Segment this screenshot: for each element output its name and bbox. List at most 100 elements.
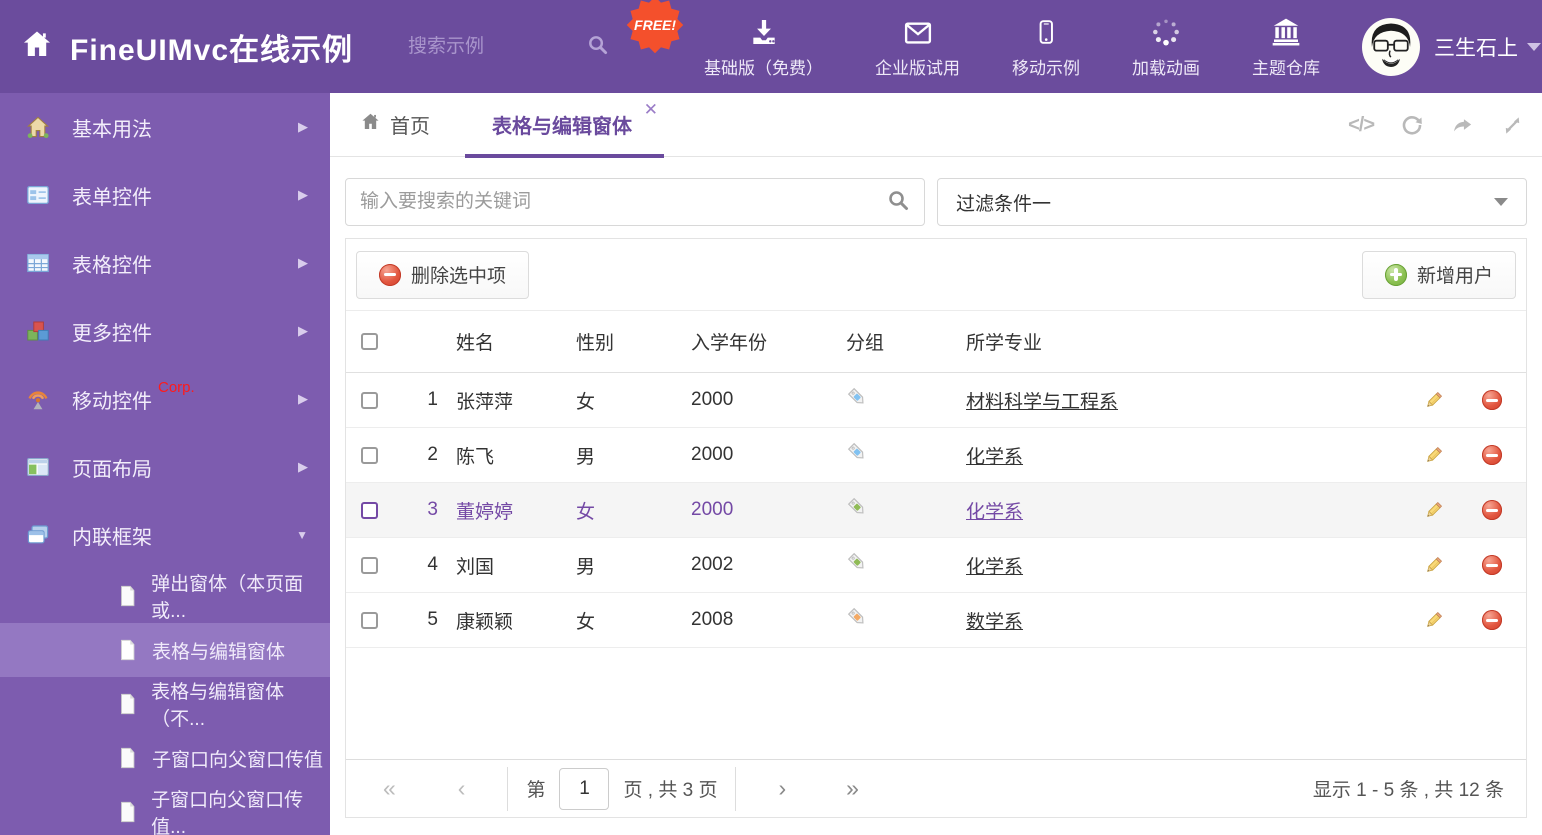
chevron-down-icon (1494, 198, 1508, 206)
cell-year: 2000 (691, 389, 734, 410)
search-icon[interactable] (886, 188, 910, 217)
page-icon (118, 747, 138, 769)
nav-item-mobile-demo[interactable]: 移动示例 (1012, 14, 1080, 79)
sidebar-item-basic-usage[interactable]: 基本用法 ▶ (0, 93, 330, 161)
sidebar-subitem-grid-edit-window[interactable]: 表格与编辑窗体 (0, 623, 330, 677)
row-checkbox[interactable] (361, 556, 378, 574)
cell-name: 陈飞 (456, 446, 495, 468)
major-link[interactable]: 化学系 (966, 557, 1023, 578)
nav-item-label: 移动示例 (1012, 59, 1081, 78)
search-icon[interactable] (586, 33, 609, 61)
delete-row-button[interactable] (1458, 445, 1526, 465)
avatar[interactable] (1362, 17, 1421, 76)
home-icon[interactable] (20, 27, 54, 66)
chevron-right-icon: ▶ (298, 391, 308, 406)
first-page-button[interactable]: « (383, 777, 396, 800)
corp-badge: Corp. (158, 379, 195, 396)
nav-item-enterprise-trial[interactable]: 企业版试用 (875, 14, 960, 79)
last-page-button[interactable]: » (846, 777, 859, 800)
select-all-checkbox[interactable] (361, 333, 378, 350)
row-checkbox[interactable] (361, 391, 378, 409)
edit-button[interactable] (1408, 610, 1458, 631)
page-label-total: 页 , 共 3 页 (623, 780, 718, 801)
source-code-icon[interactable]: </> (1348, 114, 1375, 137)
share-icon[interactable] (1450, 114, 1475, 137)
major-link[interactable]: 化学系 (966, 447, 1023, 468)
page-number-input[interactable] (559, 767, 610, 810)
table-row[interactable]: 4 刘国 男 2002 化学系 (346, 538, 1526, 593)
major-link[interactable]: 材料科学与工程系 (966, 392, 1118, 413)
delete-row-button[interactable] (1458, 610, 1526, 630)
sidebar-subitem-child-to-parent-2[interactable]: 子窗口向父窗口传值... (0, 785, 330, 835)
row-checkbox[interactable] (361, 446, 378, 464)
nav-item-label: 主题仓库 (1252, 59, 1321, 78)
tag-icon (836, 606, 956, 635)
table-row[interactable]: 2 陈飞 男 2000 化学系 (346, 428, 1526, 483)
keyword-search-input[interactable] (360, 191, 886, 213)
nav-item-loading-animation[interactable]: 加载动画 (1132, 14, 1200, 79)
filter-dropdown[interactable]: 过滤条件一 (937, 178, 1527, 226)
app-header: FineUIMvc在线示例 FREE! 基础版（免费） 企业版试用 (0, 0, 1542, 93)
page-icon (118, 693, 137, 715)
tab-home[interactable]: 首页 (360, 110, 430, 139)
major-link[interactable]: 化学系 (966, 502, 1023, 523)
table-row-selected[interactable]: 3 董婷婷 女 2000 化学系 (346, 483, 1526, 538)
sidebar-subitem-popup-window[interactable]: 弹出窗体（本页面或... (0, 569, 330, 623)
sidebar-item-page-layout[interactable]: 页面布局 ▶ (0, 433, 330, 501)
edit-button[interactable] (1408, 390, 1458, 411)
row-checkbox[interactable] (361, 611, 378, 629)
tag-icon (836, 441, 956, 470)
header-nav: FREE! 基础版（免费） 企业版试用 移动示例 加载动画 主题仓库 (626, 0, 1320, 79)
pagination-bar: « ‹ 第 页 , 共 3 页 › » 显示 1 - 5 条 , 共 12 条 (346, 759, 1526, 817)
sidebar-subitem-grid-edit-window-2[interactable]: 表格与编辑窗体（不... (0, 677, 330, 731)
major-link[interactable]: 数学系 (966, 612, 1023, 633)
delete-row-button[interactable] (1458, 555, 1526, 575)
user-menu[interactable]: 三生石上 (1434, 32, 1542, 62)
add-user-button[interactable]: 新增用户 (1361, 250, 1516, 299)
row-checkbox[interactable] (361, 501, 378, 519)
delete-selected-button[interactable]: 删除选中项 (356, 250, 530, 299)
delete-row-button[interactable] (1458, 390, 1526, 410)
sidebar-item-label: 内联框架 (72, 526, 152, 549)
sidebar-item-grid-controls[interactable]: 表格控件 ▶ (0, 229, 330, 297)
page-icon (118, 801, 137, 823)
tab-grid-edit-window[interactable]: 表格与编辑窗体 ✕ (465, 93, 664, 158)
next-page-button[interactable]: › (778, 777, 786, 800)
edit-button[interactable] (1408, 555, 1458, 576)
sidebar-item-iframe[interactable]: 内联框架 ▼ (0, 501, 330, 569)
app-title: FineUIMvc在线示例 (70, 33, 354, 67)
page-icon (118, 639, 138, 661)
sidebar-subitem-label: 弹出窗体（本页面或... (151, 574, 304, 622)
sidebar-subitem-label: 子窗口向父窗口传值 (152, 749, 324, 771)
tag-icon (836, 551, 956, 580)
table-row[interactable]: 1 张萍萍 女 2000 材料科学与工程系 (346, 373, 1526, 428)
nav-item-theme-repo[interactable]: 主题仓库 (1252, 14, 1320, 79)
expand-icon[interactable] (1501, 114, 1524, 137)
nav-item-basic-edition[interactable]: 基础版（免费） (704, 14, 823, 79)
chevron-right-icon: ▶ (298, 255, 308, 270)
free-badge-label: FREE! (634, 17, 677, 33)
col-name: 姓名 (456, 333, 495, 354)
cell-gender: 男 (576, 446, 596, 468)
table-row[interactable]: 5 康颖颖 女 2008 数学系 (346, 593, 1526, 648)
col-year: 入学年份 (691, 333, 768, 354)
sidebar-item-mobile-controls[interactable]: 移动控件 Corp. ▶ (0, 365, 330, 433)
cell-year: 2000 (691, 499, 734, 520)
refresh-icon[interactable] (1400, 113, 1424, 137)
edit-button[interactable] (1408, 500, 1458, 521)
row-number: 3 (427, 499, 438, 520)
edit-button[interactable] (1408, 445, 1458, 466)
tab-toolbar: </> (1348, 93, 1524, 157)
table-icon (26, 251, 52, 275)
prev-page-button[interactable]: ‹ (458, 777, 466, 800)
nav-item-label: 企业版试用 (875, 59, 961, 78)
delete-row-button[interactable] (1458, 500, 1526, 520)
tab-close-icon[interactable]: ✕ (644, 101, 658, 118)
sidebar-item-more-controls[interactable]: 更多控件 ▶ (0, 297, 330, 365)
header-search-input[interactable] (408, 35, 559, 58)
tab-bar: 首页 表格与编辑窗体 ✕ </> (330, 93, 1542, 158)
layout-icon (26, 455, 52, 479)
cubes-icon (26, 319, 52, 343)
sidebar-subitem-child-to-parent[interactable]: 子窗口向父窗口传值 (0, 731, 330, 785)
sidebar-item-form-controls[interactable]: 表单控件 ▶ (0, 161, 330, 229)
